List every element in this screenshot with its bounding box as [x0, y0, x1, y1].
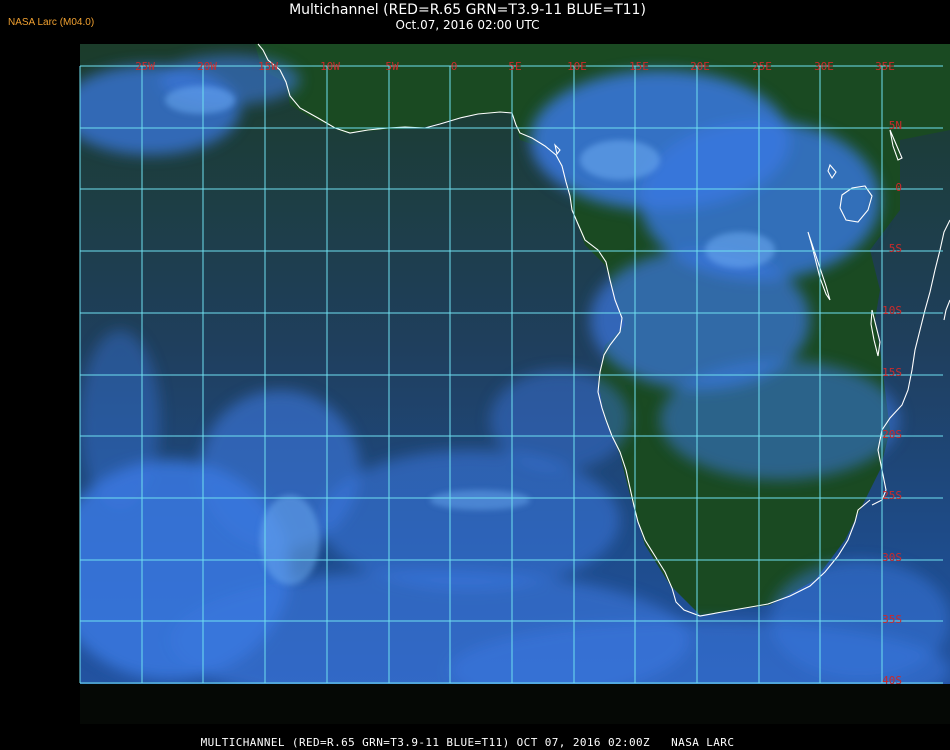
latitude-label: 20S — [882, 428, 902, 441]
longitude-label: 25E — [752, 60, 772, 73]
bottom-band — [80, 684, 950, 724]
latitude-label: 0 — [895, 181, 902, 194]
map-title: Multichannel (RED=R.65 GRN=T3.9-11 BLUE=… — [289, 2, 646, 18]
longitude-label: 15E — [629, 60, 649, 73]
longitude-label: 10W — [320, 60, 340, 73]
longitude-label: 15W — [258, 60, 278, 73]
map-subtitle: Oct.07, 2016 02:00 UTC — [395, 18, 540, 32]
footer-caption: MULTICHANNEL (RED=R.65 GRN=T3.9-11 BLUE=… — [200, 736, 735, 749]
longitude-label: 25W — [135, 60, 155, 73]
latitude-label: 40S — [882, 674, 902, 687]
longitude-label: 10E — [567, 60, 587, 73]
latitude-label: 35S — [882, 613, 902, 626]
longitude-label: 0 — [451, 60, 458, 73]
latitude-label: 15S — [882, 366, 902, 379]
longitude-label: 35E — [875, 60, 895, 73]
latitude-label: 10S — [882, 304, 902, 317]
latitude-label: 5S — [889, 242, 902, 255]
satellite-map: 25W 20W 15W 10W 5W 0 5E 10E 15E 20E 25E 30E 35E 5N 0 5… — [79, 43, 950, 724]
latitude-label: 30S — [882, 551, 902, 564]
longitude-label: 30E — [814, 60, 834, 73]
latitude-label: 25S — [882, 489, 902, 502]
longitude-label: 20W — [197, 60, 217, 73]
longitude-label: 5W — [385, 60, 399, 73]
longitude-label: 5E — [508, 60, 521, 73]
imagery-layer — [80, 44, 950, 724]
latitude-label: 5N — [889, 119, 902, 132]
longitude-label: 20E — [690, 60, 710, 73]
source-logo-text: NASA Larc (M04.0) — [8, 17, 95, 28]
